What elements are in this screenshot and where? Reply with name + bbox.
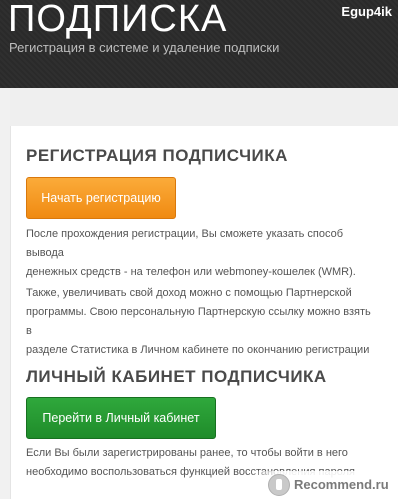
recommend-watermark: Recommend.ru xyxy=(248,471,398,499)
recommend-logo-icon xyxy=(268,474,290,496)
start-registration-button[interactable]: Начать регистрацию xyxy=(26,177,176,219)
watermark-username: Egup4ik xyxy=(341,4,392,19)
page-header: ПОДПИСКА Регистрация в системе и удалени… xyxy=(0,0,398,88)
text-line: разделе Статистика в Личном кабинете по … xyxy=(26,344,370,356)
registration-heading: РЕГИСТРАЦИЯ ПОДПИСЧИКА xyxy=(26,146,288,165)
page-subtitle: Регистрация в системе и удаление подписк… xyxy=(9,40,280,55)
text-line: программы. Свою персональную Партнерскую… xyxy=(26,306,371,337)
text-line: Если Вы были зарегистрированы ранее, то … xyxy=(26,447,348,459)
text-line: Также, увеличивать свой доход можно с по… xyxy=(26,287,352,299)
content-left-frame xyxy=(0,88,10,499)
page-title: ПОДПИСКА xyxy=(8,0,228,40)
go-to-cabinet-button[interactable]: Перейти в Личный кабинет xyxy=(26,397,216,439)
partner-info-paragraph: Также, увеличивать свой доход можно с по… xyxy=(26,284,376,360)
text-line: денежных средств - на телефон или webmon… xyxy=(26,266,356,278)
recommend-watermark-text: Recommend.ru xyxy=(294,477,389,492)
cabinet-heading: ЛИЧНЫЙ КАБИНЕТ ПОДПИСЧИКА xyxy=(26,367,327,386)
content-top-band xyxy=(0,88,398,126)
registration-info-paragraph: После прохождения регистрации, Вы сможет… xyxy=(26,225,376,282)
text-line: После прохождения регистрации, Вы сможет… xyxy=(26,228,344,259)
